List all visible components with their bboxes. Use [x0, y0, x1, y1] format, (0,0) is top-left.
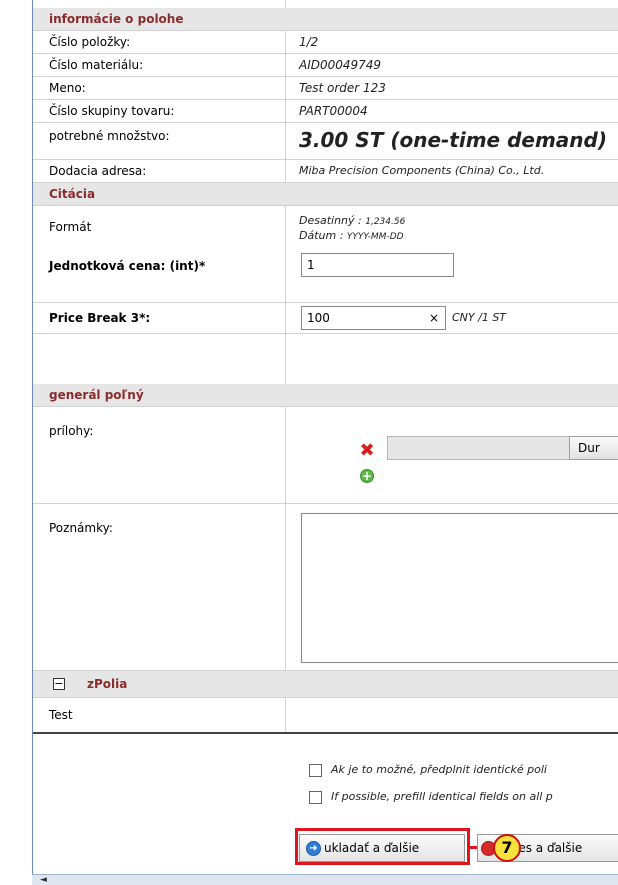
row-name: Meno: Test order 123 — [33, 77, 618, 100]
field-label: Meno: — [49, 81, 86, 95]
field-value: Test order 123 — [299, 81, 386, 95]
section-header-position: informácie o polohe — [33, 8, 618, 31]
field-value: PART00004 — [299, 104, 368, 118]
notes-textarea[interactable] — [301, 513, 618, 663]
section-header-quotation: Citácia — [33, 183, 618, 206]
browse-button[interactable]: Dur — [569, 436, 618, 460]
field-label: Test — [49, 708, 73, 722]
field-value: Miba Precision Components (China) Co., L… — [299, 164, 545, 177]
field-label: potrebné množstvo: — [49, 129, 170, 143]
format-info: Desatinný : 1,234.56 Dátum : YYYY-MM-DD — [285, 214, 618, 244]
date-label: Dátum : — [299, 229, 344, 242]
horizontal-scrollbar[interactable] — [32, 874, 618, 885]
next-button-label: les a ďalšie — [515, 841, 583, 855]
field-value: AID00049749 — [299, 58, 382, 72]
section-header-zpolia: − zPolia — [33, 671, 618, 698]
row-format: Formát Desatinný : 1,234.56 Dátum : YYYY… — [33, 206, 618, 303]
field-label: Číslo materiálu: — [49, 58, 144, 72]
price-break-input[interactable]: 100 × — [301, 306, 446, 330]
section-title: generál poľný — [49, 388, 144, 402]
row-attachments: prílohy: ✖ Dur + — [33, 407, 618, 504]
highlight-box — [295, 828, 470, 865]
row-item-number: Číslo položky: 1/2 — [33, 31, 618, 54]
section-title: Citácia — [49, 187, 96, 201]
price-break-value: 100 — [307, 311, 330, 325]
field-label: Dodacia adresa: — [49, 164, 147, 178]
add-attachment-icon[interactable]: + — [360, 469, 374, 483]
row-required-quantity: potrebné množstvo: 3.00 ST (one-time dem… — [33, 123, 618, 160]
field-label: Číslo skupiny tovaru: — [49, 104, 175, 118]
prefill-en-checkbox[interactable] — [309, 791, 322, 804]
field-label: Číslo položky: — [49, 35, 131, 49]
row-material-number: Číslo materiálu: AID00049749 — [33, 54, 618, 77]
prefill-cz-checkbox[interactable] — [309, 764, 322, 777]
form-panel: informácie o polohe Číslo položky: 1/2 Č… — [32, 0, 618, 885]
clear-icon[interactable]: × — [429, 307, 439, 329]
field-label: Formát — [49, 220, 92, 234]
prefill-en-label: If possible, prefill identical fields on… — [331, 790, 553, 803]
field-label: prílohy: — [49, 424, 94, 438]
section-title: zPolia — [87, 677, 128, 691]
price-break-label: Price Break 3*: — [49, 311, 151, 325]
delete-attachment-icon[interactable]: ✖ — [359, 442, 375, 460]
row-goods-group: Číslo skupiny tovaru: PART00004 — [33, 100, 618, 123]
section-header-general: generál poľný — [33, 384, 618, 407]
decimal-label: Desatinný : — [299, 214, 362, 227]
price-break-unit: CNY /1 ST — [452, 311, 507, 324]
row-delivery-address: Dodacia adresa: Miba Precision Component… — [33, 160, 618, 183]
collapse-toggle-icon[interactable]: − — [53, 678, 65, 690]
unit-price-label: Jednotková cena: (int)* — [49, 259, 206, 273]
date-example: YYYY-MM-DD — [346, 232, 404, 242]
scroll-left-icon[interactable]: ◄ — [40, 876, 50, 885]
required-quantity-value: 3.00 ST (one-time demand) — [299, 128, 607, 152]
prefill-cz-label: Ak je to možné, předplnit identické poli — [331, 763, 547, 776]
left-gutter — [0, 0, 32, 885]
step-badge: 7 — [493, 834, 521, 862]
row-notes: Poznámky: — [33, 504, 618, 671]
section-title: informácie o polohe — [49, 12, 184, 26]
field-value: 1/2 — [299, 35, 319, 49]
field-label: Poznámky: — [49, 521, 113, 535]
row-price-break: Price Break 3*: 100 × CNY /1 ST — [33, 303, 618, 334]
row-test: Test — [33, 698, 618, 734]
decimal-example: 1,234.56 — [365, 217, 406, 227]
unit-price-input[interactable]: 1 — [301, 253, 454, 277]
